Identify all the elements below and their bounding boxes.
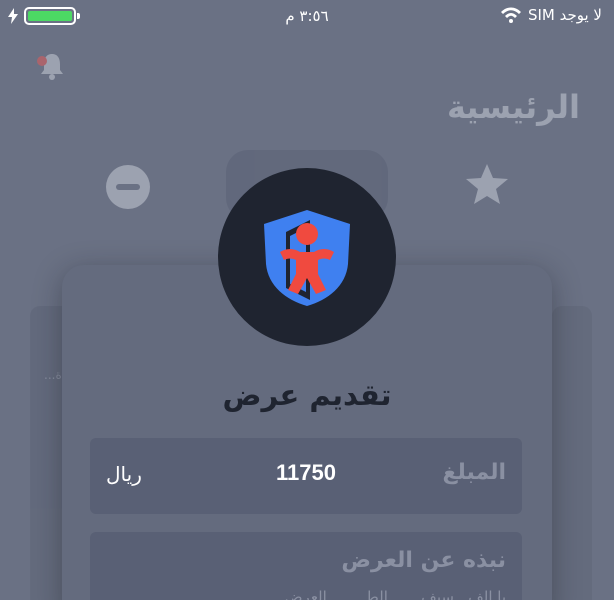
status-bar: ٣:٥٦ م لا يوجد SIM [0,0,614,34]
bell-icon[interactable] [36,50,68,82]
amount-currency: ريال [106,462,142,486]
about-offer-text: يا الف...سيف... ...الط... ... العرض [284,588,506,600]
modal-badge [218,168,396,346]
modal-title: تقديم عرض [222,378,392,412]
background-card-right [552,306,592,600]
notification-dot [37,56,47,66]
about-offer-title: نبذه عن العرض [341,548,506,573]
carrier-label: لا يوجد SIM [527,6,602,24]
carrier-group: لا يوجد SIM [500,6,602,24]
child-shield-icon [264,210,350,306]
background-card-text: ...ة [44,368,62,382]
about-offer-field[interactable]: نبذه عن العرض يا الف...سيف... ...الط... … [90,532,522,600]
minus-circle-icon[interactable] [106,165,150,209]
amount-value: 11750 [276,460,336,485]
page-title: الرئيسية [447,88,580,126]
amount-field[interactable]: المبلغ 11750 ريال [90,438,522,514]
wifi-icon [500,7,521,23]
star-icon[interactable] [462,160,512,210]
